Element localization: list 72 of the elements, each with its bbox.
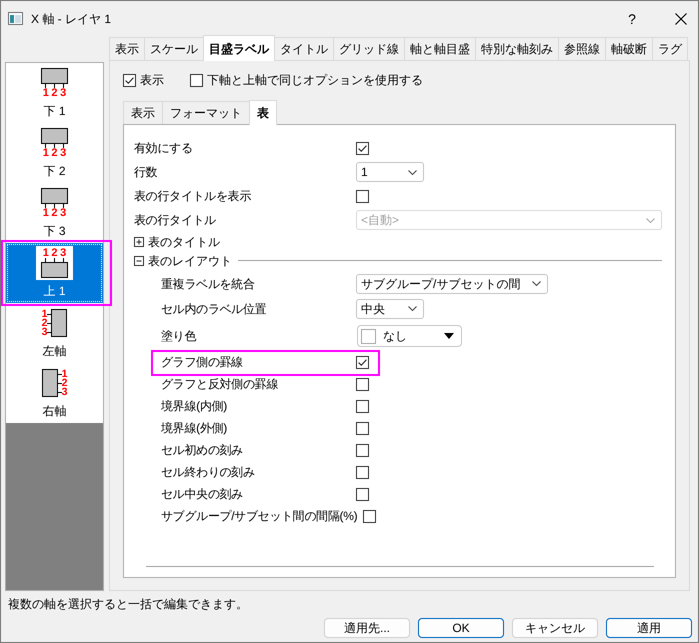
color-swatch-icon xyxy=(361,328,376,344)
setting-label: 境界線(内側) xyxy=(161,399,227,413)
checkbox[interactable] xyxy=(363,510,376,522)
checkbox[interactable] xyxy=(356,356,369,368)
tab[interactable]: 表 xyxy=(249,100,277,125)
axis-list-item[interactable]: 123 下 2 xyxy=(6,123,103,183)
setting-label: グラフ側の罫線 xyxy=(161,355,243,369)
axis-preview-drawing: 123 xyxy=(42,309,68,337)
axis-preview-drawing: 123 xyxy=(40,68,69,98)
axis-list-item[interactable]: 123 下 3 xyxy=(6,183,103,243)
tab[interactable]: 目盛ラベル xyxy=(203,35,275,61)
setting-label: セル中央の刻み xyxy=(161,487,243,501)
checkbox[interactable] xyxy=(356,190,369,202)
tab[interactable]: 表示 xyxy=(123,101,163,124)
checkmark-icon xyxy=(358,144,367,152)
minus-box-icon[interactable] xyxy=(134,256,144,266)
axis-list-item[interactable]: 123 下 1 xyxy=(6,63,103,123)
checkmark-icon xyxy=(358,358,367,366)
help-button[interactable]: ? xyxy=(622,8,642,30)
checkbox[interactable] xyxy=(356,422,369,434)
window-icon xyxy=(8,12,23,25)
section-title: 表のタイトル xyxy=(148,234,220,248)
axis-preview-drawing: 123 xyxy=(40,188,69,218)
window-title: X 軸 - レイヤ 1 xyxy=(31,10,112,28)
setting-label: 行数 xyxy=(134,165,158,179)
checkbox[interactable] xyxy=(356,400,369,412)
tab[interactable]: 表示 xyxy=(109,37,145,60)
checkbox[interactable] xyxy=(356,444,369,456)
axis-list-item[interactable]: 123 上 1 xyxy=(6,243,103,303)
chevron-down-icon xyxy=(532,281,542,286)
dialog-button[interactable]: 適用 xyxy=(606,618,692,638)
checkbox[interactable] xyxy=(123,74,136,86)
setting-label: セル内のラベル位置 xyxy=(161,302,266,316)
setting-label: 表の行タイトル xyxy=(134,213,216,227)
checkbox[interactable] xyxy=(356,378,369,390)
dialog-button[interactable]: キャンセル xyxy=(512,618,598,638)
setting-label: 重複ラベルを統合 xyxy=(161,276,255,290)
checkbox-label[interactable]: 下軸と上軸で同じオプションを使用する xyxy=(207,73,423,87)
dropdown[interactable]: 1 xyxy=(356,162,424,182)
checkmark-icon xyxy=(125,76,134,84)
checkbox[interactable] xyxy=(356,466,369,478)
checkbox[interactable] xyxy=(356,488,369,500)
caret-down-icon xyxy=(444,333,454,339)
axis-list-item[interactable]: 123 左軸 xyxy=(6,303,103,363)
setting-label: 有効にする xyxy=(134,141,193,155)
setting-label: 塗り色 xyxy=(161,329,196,343)
axis-preview-drawing: 123 xyxy=(36,246,73,280)
checkbox[interactable] xyxy=(190,74,203,86)
setting-label: 表の行タイトルを表示 xyxy=(134,189,252,203)
checkbox[interactable] xyxy=(356,142,369,154)
tab[interactable]: ラグ xyxy=(652,37,688,60)
chevron-down-icon xyxy=(408,170,417,174)
section-title: 表のレイアウト xyxy=(148,254,232,268)
chevron-down-icon xyxy=(408,306,417,311)
setting-label: サブグループ/サブセット間の間隔(%) xyxy=(161,509,358,523)
setting-label: セル初めの刻み xyxy=(161,443,243,457)
axis-preview-drawing: 123 xyxy=(42,369,68,397)
axis-preview-drawing: 123 xyxy=(40,128,69,158)
dialog-button[interactable]: OK xyxy=(418,618,504,638)
color-dropdown[interactable]: なし xyxy=(357,325,462,347)
chevron-down-icon xyxy=(646,218,655,222)
dialog-button[interactable]: 適用先... xyxy=(324,618,410,638)
setting-label: グラフと反対側の罫線 xyxy=(161,377,278,391)
dropdown[interactable]: 中央 xyxy=(356,298,424,318)
checkbox-label[interactable]: 表示 xyxy=(140,73,164,87)
axis-list-item[interactable]: 123 右軸 xyxy=(6,363,103,423)
setting-label: 境界線(外側) xyxy=(161,421,227,435)
dropdown[interactable]: サブグループ/サブセットの間 xyxy=(356,274,548,294)
status-text: 複数の軸を選択すると一括で編集できます。 xyxy=(8,597,248,611)
close-icon[interactable] xyxy=(675,12,687,24)
setting-label: セル終わりの刻み xyxy=(161,465,255,479)
plus-box-icon[interactable] xyxy=(134,236,144,246)
